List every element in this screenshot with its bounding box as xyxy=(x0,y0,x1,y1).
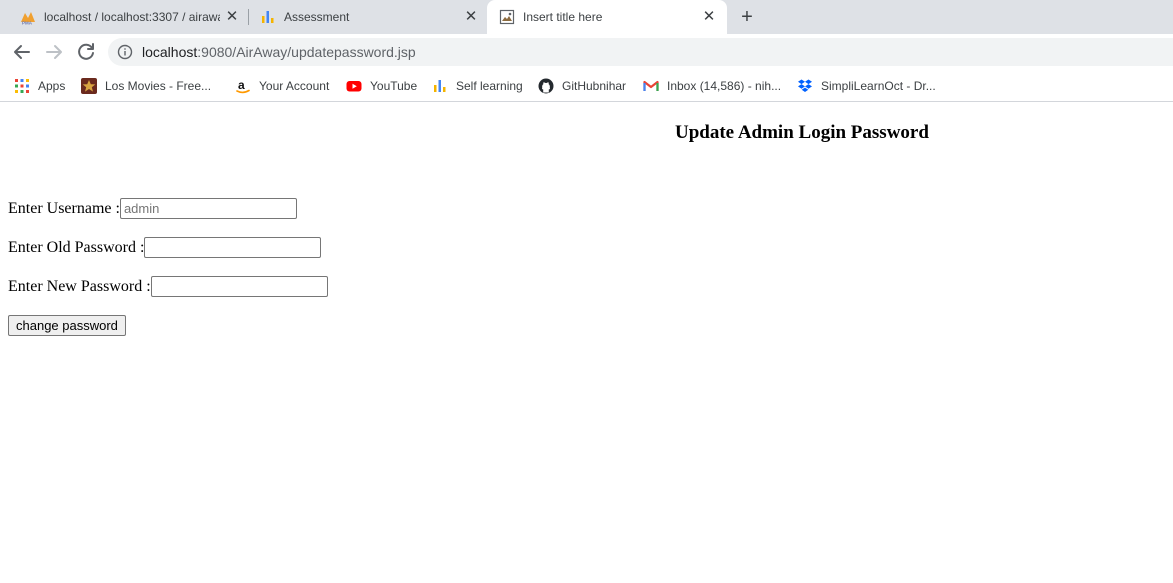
tab-title: Insert title here xyxy=(523,10,603,24)
new-tab-button[interactable]: + xyxy=(736,6,758,28)
svg-text:PMA: PMA xyxy=(22,21,33,26)
bookmark-label: Los Movies - Free... xyxy=(105,79,212,93)
apps-grid-icon xyxy=(15,79,29,93)
tab-title: Assessment xyxy=(284,10,350,24)
bookmark-simplilearn[interactable]: SimpliLearnOct - Dr... xyxy=(797,76,936,96)
new-password-row: Enter New Password : xyxy=(8,276,328,297)
dropbox-icon xyxy=(798,79,812,92)
bookmark-apps[interactable]: Apps xyxy=(14,76,65,96)
gmail-icon xyxy=(643,80,659,91)
tab-strip: PMA localhost / localhost:3307 / airaway… xyxy=(0,0,1173,34)
tab-insert-title[interactable]: Insert title here ✕ xyxy=(487,0,727,34)
old-password-input[interactable] xyxy=(144,237,322,258)
github-icon xyxy=(538,78,554,94)
bookmark-label: Self learning xyxy=(456,79,523,93)
bar-chart-icon xyxy=(434,80,446,92)
tab-phpmyadmin[interactable]: PMA localhost / localhost:3307 / airaway… xyxy=(8,0,248,34)
back-arrow-icon[interactable] xyxy=(10,40,34,64)
amazon-icon: a xyxy=(236,78,250,94)
page-title: Update Admin Login Password xyxy=(675,122,929,143)
new-password-input[interactable] xyxy=(150,276,328,297)
bookmark-label: Apps xyxy=(38,79,66,93)
username-row: Enter Username : xyxy=(8,198,297,219)
bookmark-los-movies[interactable]: Los Movies - Free... xyxy=(81,76,211,96)
page-content: Update Admin Login Password Enter Userna… xyxy=(0,103,1173,583)
bookmark-github[interactable]: GitHubnihar xyxy=(538,76,626,96)
phpmyadmin-icon: PMA xyxy=(21,12,35,26)
bookmark-label: Your Account xyxy=(259,79,330,93)
tab-assessment[interactable]: Assessment ✕ xyxy=(248,0,488,34)
old-password-row: Enter Old Password : xyxy=(8,237,322,258)
url-host: localhost xyxy=(142,44,198,60)
svg-text:a: a xyxy=(238,78,245,92)
bookmark-inbox[interactable]: Inbox (14,586) - nih... xyxy=(643,76,781,96)
bookmark-label: YouTube xyxy=(370,79,418,93)
bookmark-label: Inbox (14,586) - nih... xyxy=(667,79,782,93)
old-password-label: Enter Old Password : xyxy=(8,238,145,256)
url-path: :9080/AirAway/updatepassword.jsp xyxy=(197,44,416,60)
username-label: Enter Username : xyxy=(8,199,120,217)
close-tab-icon[interactable]: ✕ xyxy=(223,8,241,26)
username-input[interactable] xyxy=(119,198,297,219)
info-icon[interactable] xyxy=(117,44,133,60)
close-tab-icon[interactable]: ✕ xyxy=(700,8,718,26)
close-tab-icon[interactable]: ✕ xyxy=(462,8,480,26)
bookmark-label: GitHubnihar xyxy=(562,79,627,93)
youtube-icon xyxy=(346,81,362,92)
bookmark-youtube[interactable]: YouTube xyxy=(346,76,417,96)
broken-image-icon xyxy=(499,9,515,25)
bookmarks-bar: Apps Los Movies - Free... a Your Account… xyxy=(0,70,1173,102)
bookmark-your-account[interactable]: a Your Account xyxy=(235,76,329,96)
address-bar[interactable]: localhost:9080/AirAway/updatepassword.js… xyxy=(108,38,1173,66)
reload-icon[interactable] xyxy=(74,40,98,64)
bookmark-label: SimpliLearnOct - Dr... xyxy=(821,79,936,93)
forward-arrow-icon[interactable] xyxy=(42,40,66,64)
bar-chart-icon xyxy=(262,11,274,23)
tab-title: localhost / localhost:3307 / airaway xyxy=(44,10,220,24)
change-password-button[interactable]: change password xyxy=(8,315,126,336)
url-text[interactable]: localhost:9080/AirAway/updatepassword.js… xyxy=(142,44,416,60)
browser-toolbar: localhost:9080/AirAway/updatepassword.js… xyxy=(0,34,1173,70)
movie-icon xyxy=(81,78,97,94)
new-password-label: Enter New Password : xyxy=(8,277,151,295)
bookmark-self-learning[interactable]: Self learning xyxy=(432,76,523,96)
